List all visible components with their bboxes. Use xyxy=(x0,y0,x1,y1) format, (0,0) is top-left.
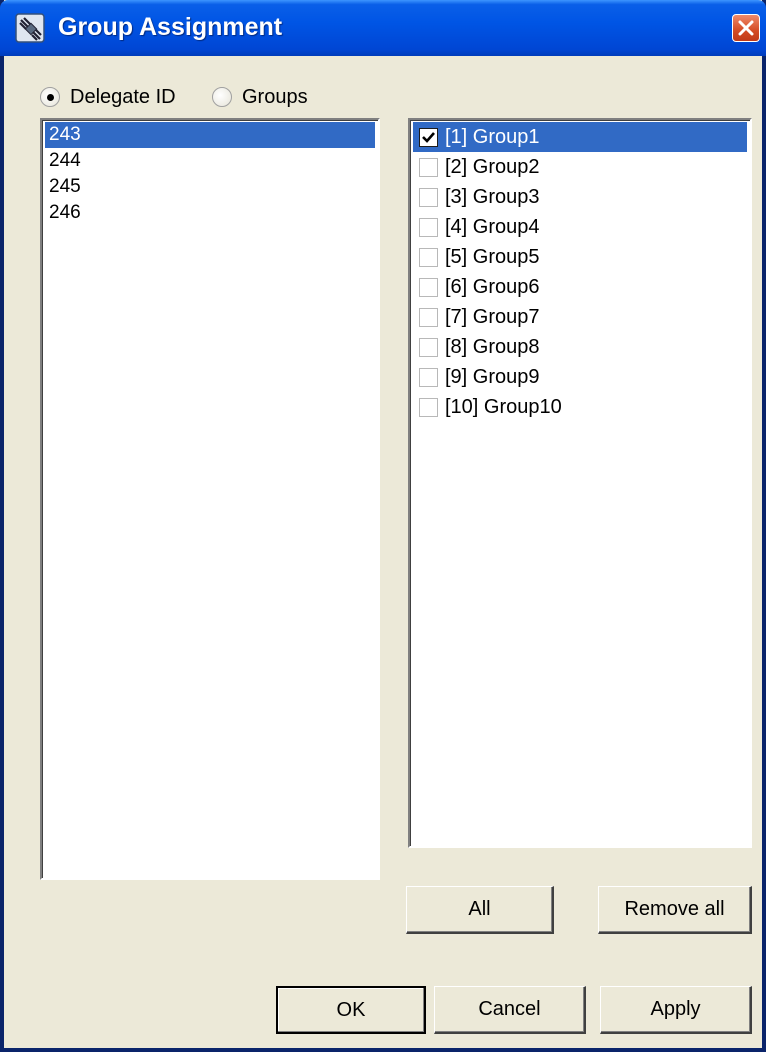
cancel-button[interactable]: Cancel xyxy=(434,986,586,1034)
group-checkbox[interactable] xyxy=(419,128,438,147)
group-checkbox[interactable] xyxy=(419,398,438,417)
group-list-item[interactable]: [7] Group7 xyxy=(413,302,747,332)
group-label: [8] Group8 xyxy=(445,336,540,358)
title-bar[interactable]: Group Assignment xyxy=(0,0,766,56)
group-label: [2] Group2 xyxy=(445,156,540,178)
group-assignment-dialog: Group Assignment Delegate ID Groups 243 … xyxy=(0,0,766,1052)
group-label: [3] Group3 xyxy=(445,186,540,208)
group-checkbox[interactable] xyxy=(419,278,438,297)
delegate-list-item[interactable]: 244 xyxy=(45,148,375,174)
group-label: [7] Group7 xyxy=(445,306,540,328)
group-label: [6] Group6 xyxy=(445,276,540,298)
delegate-id-listbox[interactable]: 243 244 245 246 xyxy=(40,118,380,880)
group-list-item[interactable]: [3] Group3 xyxy=(413,182,747,212)
group-label: [10] Group10 xyxy=(445,396,562,418)
group-list-item[interactable]: [2] Group2 xyxy=(413,152,747,182)
satellite-app-icon xyxy=(14,12,46,44)
remove-all-button[interactable]: Remove all xyxy=(598,886,752,934)
group-list-item[interactable]: [1] Group1 xyxy=(413,122,747,152)
group-checkbox[interactable] xyxy=(419,368,438,387)
close-icon xyxy=(738,20,754,36)
delegate-list-item[interactable]: 243 xyxy=(45,122,375,148)
group-label: [5] Group5 xyxy=(445,246,540,268)
group-checkbox[interactable] xyxy=(419,218,438,237)
select-all-button[interactable]: All xyxy=(406,886,554,934)
group-checkbox[interactable] xyxy=(419,188,438,207)
groups-checklist[interactable]: [1] Group1 [2] Group2 [3] Group3 [4] Gro… xyxy=(408,118,752,848)
group-list-item[interactable]: [9] Group9 xyxy=(413,362,747,392)
ok-button[interactable]: OK xyxy=(276,986,426,1034)
group-list-item[interactable]: [5] Group5 xyxy=(413,242,747,272)
radio-button-unchecked[interactable] xyxy=(212,87,232,107)
group-label: [9] Group9 xyxy=(445,366,540,388)
groups-radio-label: Groups xyxy=(242,86,308,108)
group-label: [4] Group4 xyxy=(445,216,540,238)
radio-button-checked[interactable] xyxy=(40,87,60,107)
close-button[interactable] xyxy=(732,14,760,42)
group-list-item[interactable]: [4] Group4 xyxy=(413,212,747,242)
group-checkbox[interactable] xyxy=(419,248,438,267)
delegate-id-radio-label: Delegate ID xyxy=(70,86,176,108)
delegate-list-item[interactable]: 245 xyxy=(45,174,375,200)
group-checkbox[interactable] xyxy=(419,338,438,357)
group-list-item[interactable]: [10] Group10 xyxy=(413,392,747,422)
apply-button[interactable]: Apply xyxy=(600,986,752,1034)
checkmark-icon xyxy=(422,132,435,143)
group-list-item[interactable]: [8] Group8 xyxy=(413,332,747,362)
window-title: Group Assignment xyxy=(58,13,283,41)
delegate-list-item[interactable]: 246 xyxy=(45,200,375,226)
group-label: [1] Group1 xyxy=(445,126,540,148)
group-checkbox[interactable] xyxy=(419,158,438,177)
group-list-item[interactable]: [6] Group6 xyxy=(413,272,747,302)
group-checkbox[interactable] xyxy=(419,308,438,327)
